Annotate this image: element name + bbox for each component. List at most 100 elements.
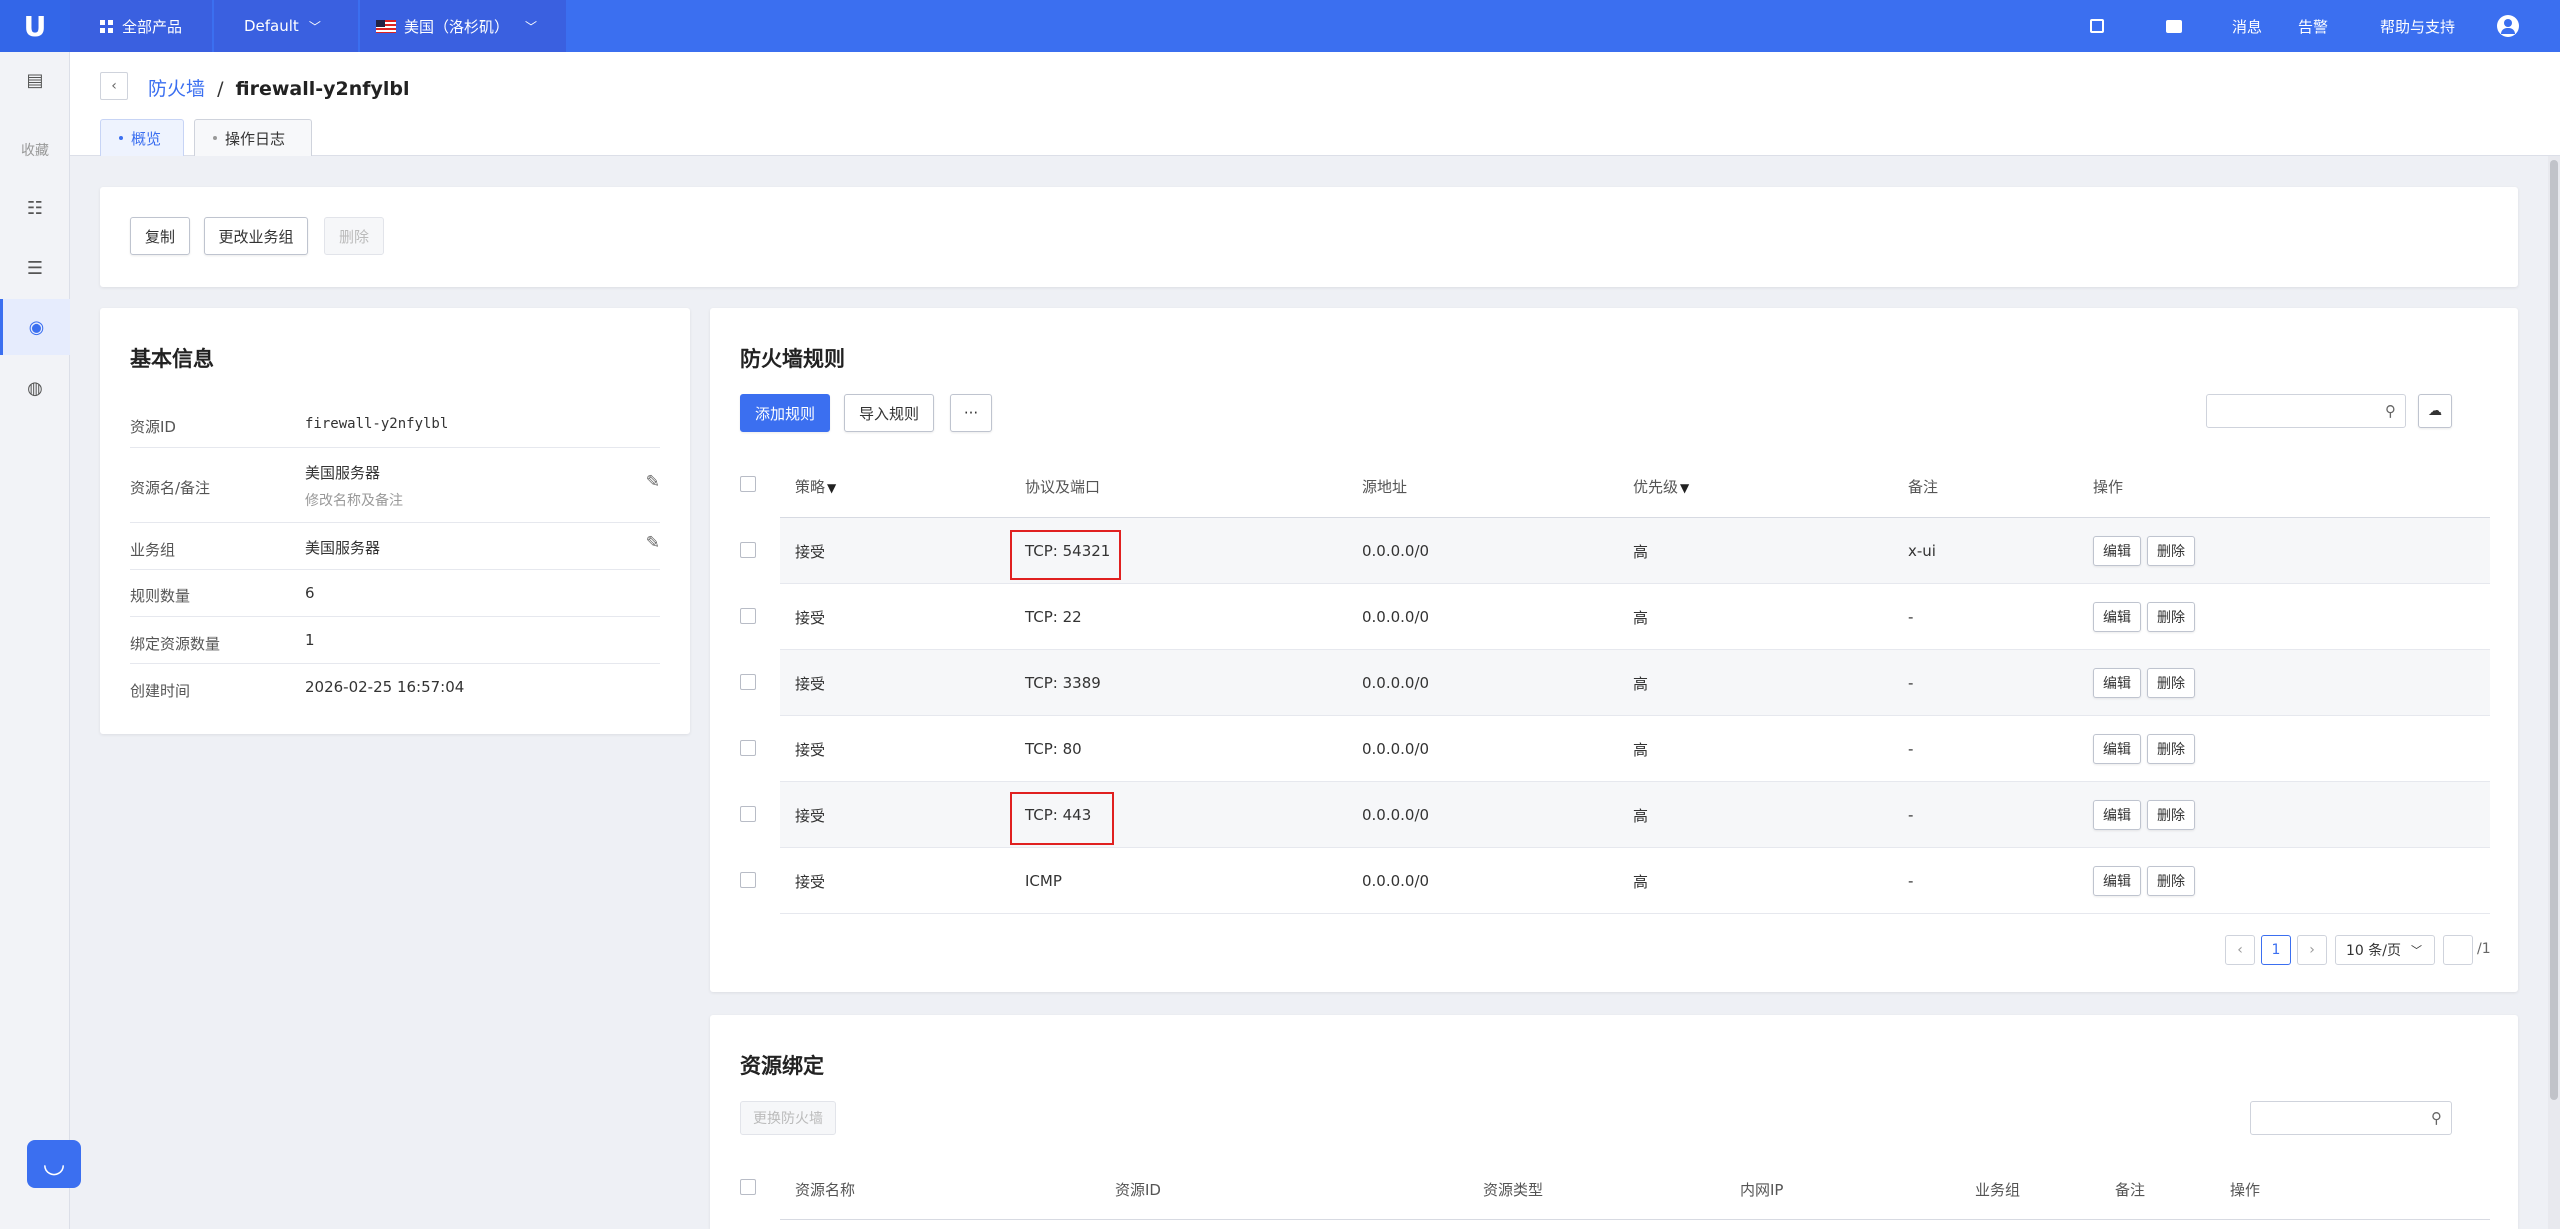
col-resource-name: 资源名称 [795,1181,856,1199]
edit-rule-button[interactable]: 编辑 [2093,602,2141,632]
edit-rule-button[interactable]: 编辑 [2093,536,2141,566]
name-remark-hint: 修改名称及备注 [305,493,403,509]
col-policy[interactable]: 策略 ▼ [795,476,836,497]
breadcrumb-current: firewall-y2nfylbl [235,78,410,100]
search-icon[interactable]: ⚲ [2385,402,2396,420]
info-value: 2026-02-25 16:57:04 [305,678,465,696]
us-flag-icon [376,19,396,33]
cell-source: 0.0.0.0/0 [1362,674,1430,692]
edit-rule-button[interactable]: 编辑 [2093,866,2141,896]
delete-rule-button[interactable]: 删除 [2147,734,2195,764]
chat-assistant-icon[interactable]: ◡ [27,1140,81,1188]
chevron-down-icon: ﹀ [525,19,538,34]
network-icon[interactable]: ◍ [0,360,70,416]
left-sidebar: ▤ 收藏 ☷ ☰ ◉ ◍ [0,52,70,1229]
row-checkbox[interactable] [740,740,756,756]
basic-info-card: 基本信息 资源ID firewall-y2nfylbl 资源名/备注 美国服务器… [100,308,690,734]
search-icon[interactable]: ⚲ [2431,1109,2442,1127]
info-value: 美国服务器 [305,539,381,557]
col-priority[interactable]: 优先级 ▼ [1633,476,1689,497]
terminal-icon[interactable] [2166,0,2182,52]
edit-rule-button[interactable]: 编辑 [2093,800,2141,830]
cell-policy: 接受 [795,740,826,759]
page-size-select[interactable]: 10 条/页 ﹀ [2335,935,2435,965]
edit-rule-button[interactable]: 编辑 [2093,734,2141,764]
select-all-checkbox[interactable] [740,1179,756,1195]
cell-source: 0.0.0.0/0 [1362,806,1430,824]
help-link[interactable]: 帮助与支持 [2380,0,2455,52]
binding-search-input[interactable]: ⚲ [2250,1101,2452,1135]
cell-policy: 接受 [795,674,826,693]
table-row: 接受 TCP: 3389 0.0.0.0/0 高 - 编辑 删除 [780,650,2490,716]
copy-button[interactable]: 复制 [130,217,190,255]
favorites-label[interactable]: 收藏 [0,140,70,160]
filter-icon[interactable]: ▼ [1680,481,1689,495]
firewall-nav-icon[interactable]: ◉ [0,299,70,355]
info-label: 绑定资源数量 [130,635,221,653]
change-group-button[interactable]: 更改业务组 [204,217,308,255]
delete-rule-button[interactable]: 删除 [2147,866,2195,896]
row-checkbox[interactable] [740,872,756,888]
region-selector[interactable]: 美国（洛杉矶） ﹀ [360,0,566,52]
more-actions-button[interactable]: ··· [950,394,992,432]
cell-remark: - [1908,674,1914,692]
delete-rule-button[interactable]: 删除 [2147,668,2195,698]
cell-priority: 高 [1633,542,1649,561]
project-selector[interactable]: Default ﹀ [214,0,358,52]
back-button[interactable]: ‹ [100,72,128,100]
cell-source: 0.0.0.0/0 [1362,542,1430,560]
table-row: 接受 TCP: 22 0.0.0.0/0 高 - 编辑 删除 [780,584,2490,650]
alerts-link[interactable]: 告警 [2298,0,2328,52]
tab-operation-log[interactable]: 操作日志 [194,119,312,156]
cell-policy: 接受 [795,608,826,627]
storage-icon[interactable]: ☰ [0,240,70,296]
all-products-label: 全部产品 [122,17,183,36]
edit-icon[interactable]: ✎ [646,533,660,553]
action-bar-card: 复制 更改业务组 删除 [100,187,2518,287]
highlight-box [1010,792,1114,845]
cell-policy: 接受 [795,872,826,891]
user-avatar-icon[interactable] [2497,0,2519,52]
import-rule-button[interactable]: 导入规则 [844,394,934,432]
row-checkbox[interactable] [740,806,756,822]
monitor-icon[interactable]: ▤ [0,52,70,108]
delete-rule-button[interactable]: 删除 [2147,800,2195,830]
all-products-menu[interactable]: 全部产品 [70,0,212,52]
page-header: ‹ 防火墙 / firewall-y2nfylbl 概览 操作日志 [70,52,2560,156]
breadcrumb-firewall-link[interactable]: 防火墙 [148,78,205,100]
delete-rule-button[interactable]: 删除 [2147,536,2195,566]
edit-rule-button[interactable]: 编辑 [2093,668,2141,698]
next-page-button[interactable]: › [2297,935,2327,965]
logo[interactable]: U [0,0,70,52]
cell-remark: - [1908,806,1914,824]
server-list-icon[interactable]: ☷ [0,180,70,236]
cell-priority: 高 [1633,674,1649,693]
cell-protocol: TCP: 3389 [1025,674,1101,692]
project-label: Default [244,17,299,35]
col-resource-id: 资源ID [1115,1181,1161,1199]
cloud-download-icon[interactable]: ☁ [2418,394,2452,428]
edit-icon[interactable]: ✎ [646,472,660,492]
select-all-checkbox[interactable] [740,476,756,492]
prev-page-button[interactable]: ‹ [2225,935,2255,965]
page-jump-input[interactable] [2443,935,2473,965]
tab-operation-log-label: 操作日志 [225,129,286,148]
page-number-button[interactable]: 1 [2261,935,2291,965]
info-value: 6 [305,584,315,602]
delete-rule-button[interactable]: 删除 [2147,602,2195,632]
chevron-down-icon: ﹀ [308,19,321,34]
rule-search-input[interactable]: ⚲ [2206,394,2406,428]
search-shortcut-icon[interactable] [2090,0,2104,52]
page-scrollbar-thumb[interactable] [2550,160,2558,1100]
filter-icon[interactable]: ▼ [827,481,836,495]
info-row-name-remark: 资源名/备注 美国服务器 修改名称及备注 ✎ [130,448,660,523]
row-checkbox[interactable] [740,608,756,624]
row-checkbox[interactable] [740,542,756,558]
add-rule-button[interactable]: 添加规则 [740,394,830,432]
info-row-rule-count: 规则数量 6 [130,570,660,617]
tab-overview[interactable]: 概览 [100,119,184,156]
row-checkbox[interactable] [740,674,756,690]
cell-priority: 高 [1633,806,1649,825]
chevron-down-icon: ﹀ [2410,944,2422,957]
messages-link[interactable]: 消息 [2232,0,2262,52]
